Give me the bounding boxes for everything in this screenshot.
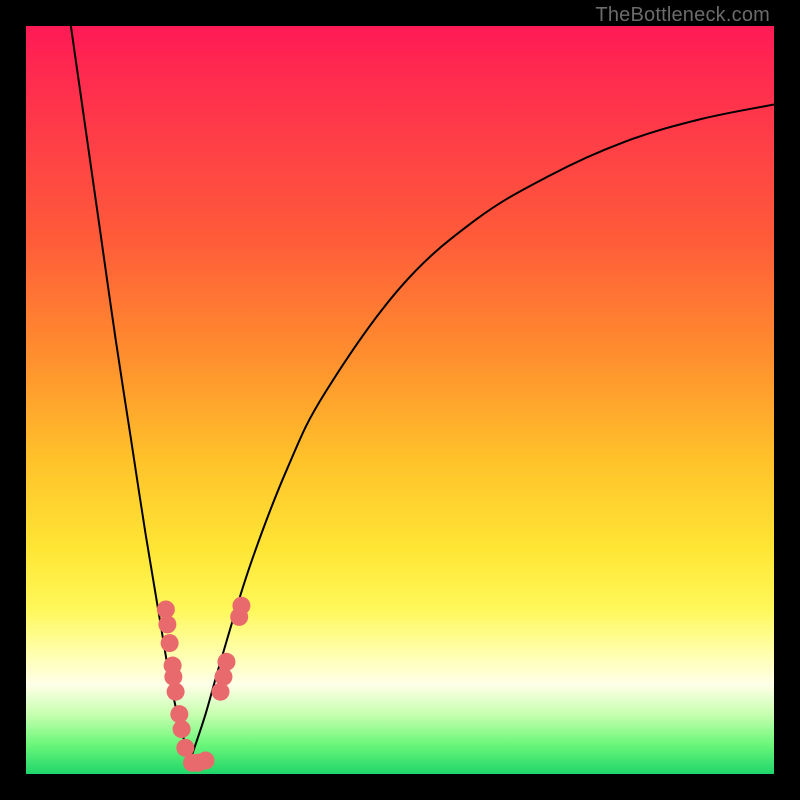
data-bead [211,683,229,701]
data-bead [217,653,235,671]
data-bead [158,615,176,633]
watermark-text: TheBottleneck.com [595,4,770,27]
chart-svg [26,26,774,774]
plot-area [26,26,774,774]
data-bead [161,634,179,652]
data-bead [232,597,250,615]
right-curve-path [191,105,774,760]
data-bead [173,720,191,738]
data-bead [214,668,232,686]
data-bead [167,683,185,701]
bead-cluster-left [157,600,215,771]
outer-black-frame: TheBottleneck.com [0,0,800,800]
bead-cluster-right [211,597,250,701]
data-bead [197,752,215,770]
